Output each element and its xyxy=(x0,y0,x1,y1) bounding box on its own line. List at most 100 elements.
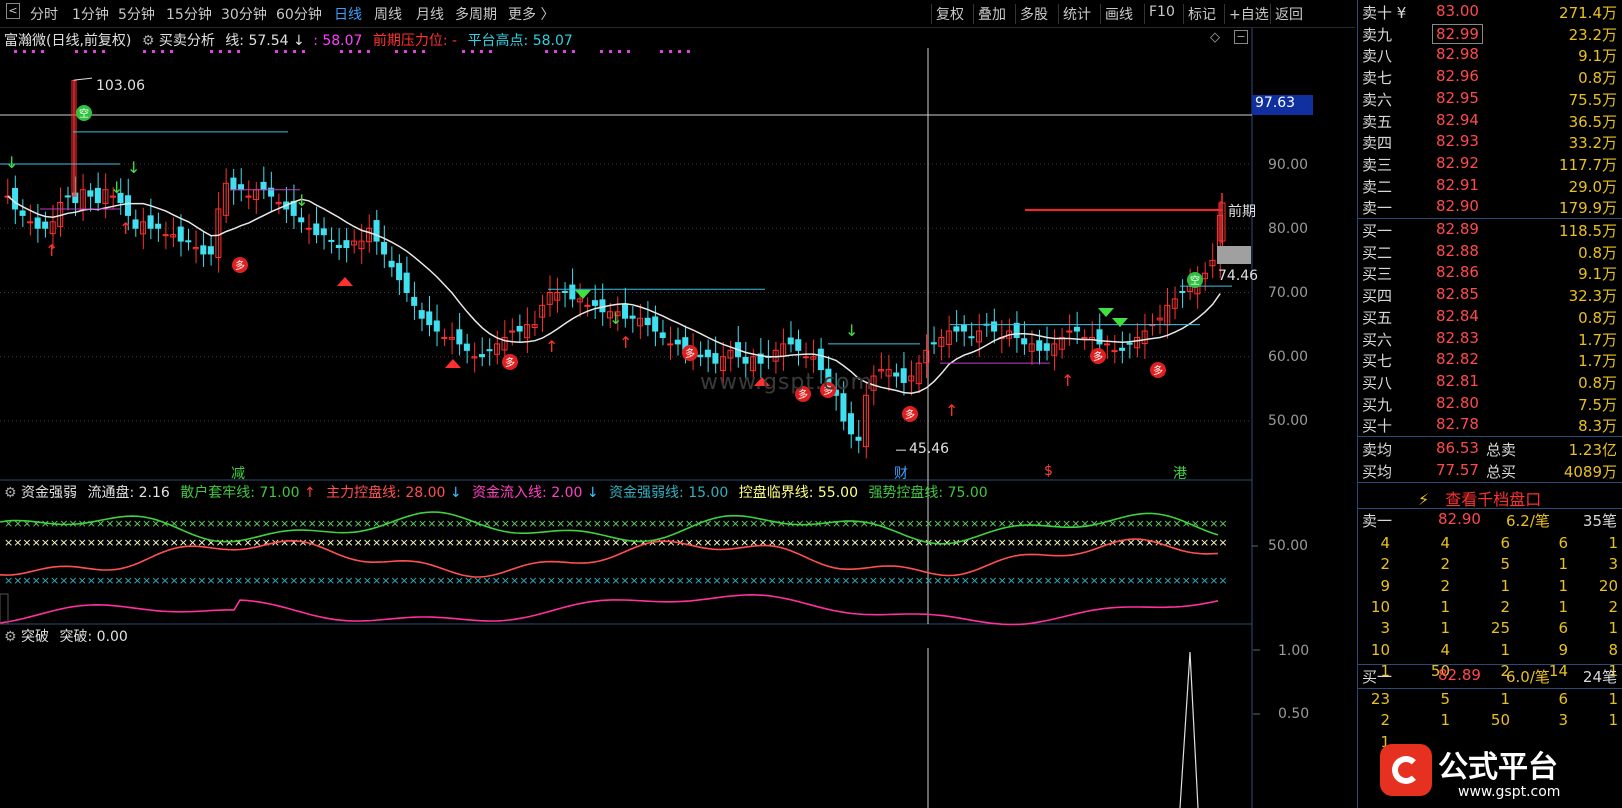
ask-level[interactable]: 卖一 82.90 179.9万 xyxy=(1358,196,1622,218)
control-threshold-line: × xyxy=(1172,536,1181,549)
depth-link[interactable]: ⚡ 查看千档盘口 xyxy=(1418,486,1541,510)
control-threshold-line: × xyxy=(795,536,804,549)
y-tick: 80.00 xyxy=(1268,221,1309,237)
capital-strength-line: × xyxy=(519,574,528,587)
bid-level[interactable]: 买六 82.83 1.7万 xyxy=(1358,328,1622,350)
candle-body xyxy=(200,245,207,255)
control-threshold-line: × xyxy=(1044,536,1053,549)
bid-level[interactable]: 买七 82.82 1.7万 xyxy=(1358,349,1622,371)
ask-level[interactable]: 卖七 82.96 0.8万 xyxy=(1358,66,1622,88)
control-threshold-line: × xyxy=(593,536,602,549)
capital-strength-line: × xyxy=(243,574,252,587)
period-tab-3[interactable]: 15分钟 xyxy=(166,4,212,24)
ask-level[interactable]: 卖十 ¥ 83.00 271.4万 xyxy=(1358,1,1622,23)
sub1-item: 主力控盘线: 28.00 xyxy=(326,485,446,501)
period-tab-10[interactable]: 更多 〉 xyxy=(508,4,554,24)
queue-count: 24笔 xyxy=(1582,668,1617,686)
toolbar-button-6[interactable]: 标记 xyxy=(1188,4,1216,24)
level-volume: 1.7万 xyxy=(1578,330,1617,349)
ask-level[interactable]: 卖五 82.94 36.5万 xyxy=(1358,110,1622,132)
control-threshold-line: × xyxy=(124,536,133,549)
bid-level[interactable]: 买九 82.80 7.5万 xyxy=(1358,393,1622,415)
settings-icon[interactable]: ⚙ xyxy=(4,629,17,645)
sub2-name[interactable]: 突破 xyxy=(21,629,49,645)
event-marker[interactable]: $ xyxy=(1044,463,1053,479)
period-tab-5[interactable]: 60分钟 xyxy=(276,4,322,24)
toolbar-button-1[interactable]: 叠加 xyxy=(978,4,1006,24)
event-marker[interactable]: 减 xyxy=(231,463,245,483)
capital-strength-line: × xyxy=(179,574,188,587)
period-tab-7[interactable]: 周线 xyxy=(374,4,402,24)
signal-dot xyxy=(395,50,398,53)
period-tab-0[interactable]: 分时 xyxy=(30,4,58,24)
period-tab-9[interactable]: 多周期 xyxy=(455,4,497,24)
level-price: 82.92 xyxy=(1436,153,1479,172)
y-tick: 0.50 xyxy=(1278,706,1310,722)
candle-body xyxy=(456,329,463,345)
indicator-name[interactable]: 买卖分析 xyxy=(159,33,215,49)
ask-level[interactable]: 卖四 82.93 33.2万 xyxy=(1358,131,1622,153)
bid-level[interactable]: 买一 82.89 118.5万 xyxy=(1358,219,1622,241)
period-tab-2[interactable]: 5分钟 xyxy=(118,4,155,24)
capital-strength-line: × xyxy=(50,574,59,587)
sub1-item: 资金强弱线: 15.00 xyxy=(609,485,729,501)
level-price: 82.85 xyxy=(1436,285,1479,304)
candle-body xyxy=(855,436,862,441)
bid-level[interactable]: 买五 82.84 0.8万 xyxy=(1358,306,1622,328)
toolbar-button-3[interactable]: 统计 xyxy=(1063,4,1091,24)
ask-level[interactable]: 卖二 82.91 29.0万 xyxy=(1358,175,1622,197)
control-threshold-line: × xyxy=(216,536,225,549)
ask-level[interactable]: 卖九 82.99 23.2万 xyxy=(1358,23,1622,45)
strong-control-line: × xyxy=(924,517,933,530)
capital-strength-line: × xyxy=(528,574,537,587)
bid-level[interactable]: 买四 82.85 32.3万 xyxy=(1358,284,1622,306)
back-arrow-icon[interactable]: < xyxy=(6,3,20,19)
event-marker[interactable]: 港 xyxy=(1173,463,1187,483)
control-threshold-line: × xyxy=(335,536,344,549)
settings-icon[interactable]: ⚙ xyxy=(142,33,155,49)
ask-level[interactable]: 卖六 82.95 75.5万 xyxy=(1358,88,1622,110)
level-volume: 0.8万 xyxy=(1578,373,1617,392)
toolbar-button-4[interactable]: 画线 xyxy=(1105,4,1133,24)
period-tab-6[interactable]: 日线 xyxy=(334,4,362,24)
capital-strength-line: × xyxy=(584,574,593,587)
bid-level[interactable]: 买二 82.88 0.8万 xyxy=(1358,241,1622,263)
candle-body xyxy=(343,240,350,249)
collapse-icon[interactable]: − xyxy=(1234,30,1248,44)
period-tab-1[interactable]: 1分钟 xyxy=(72,4,109,24)
period-tab-4[interactable]: 30分钟 xyxy=(221,4,267,24)
bid-level[interactable]: 买八 82.81 0.8万 xyxy=(1358,371,1622,393)
control-threshold-line: × xyxy=(142,536,151,549)
toolbar-button-5[interactable]: F10 xyxy=(1149,4,1175,20)
diamond-icon[interactable]: ◇ xyxy=(1210,30,1220,45)
toolbar-button-2[interactable]: 多股 xyxy=(1020,4,1048,24)
strong-control-line: × xyxy=(363,517,372,530)
queue-cell: 1 xyxy=(1500,576,1510,595)
candle-body xyxy=(584,304,591,307)
capital-strength-line: × xyxy=(409,574,418,587)
signal-dot xyxy=(404,50,407,53)
capital-strength-line: × xyxy=(13,574,22,587)
sub1-name[interactable]: 资金强弱 xyxy=(21,485,77,501)
bid-level[interactable]: 买三 82.86 9.1万 xyxy=(1358,262,1622,284)
strong-control-line: × xyxy=(409,517,418,530)
ask-level[interactable]: 卖三 82.92 117.7万 xyxy=(1358,153,1622,175)
queue-cell: 9 xyxy=(1380,576,1390,595)
settings-icon[interactable]: ⚙ xyxy=(4,485,17,501)
toolbar-button-7[interactable]: +自选 xyxy=(1229,4,1269,24)
ask-level[interactable]: 卖八 82.98 9.1万 xyxy=(1358,44,1622,66)
queue-cell: 1 xyxy=(1608,690,1618,708)
level-label: 买十 xyxy=(1362,417,1393,436)
event-marker[interactable]: 财 xyxy=(894,463,908,483)
capital-strength-line: × xyxy=(446,574,455,587)
strong-control-line: × xyxy=(906,517,915,530)
signal-dot xyxy=(284,50,287,53)
triangle-up-icon xyxy=(445,359,461,368)
toolbar-button-0[interactable]: 复权 xyxy=(936,4,964,24)
chart-canvas[interactable]: ↑↑↑ ↑↑↑↓↓↓↓↓↓多多多多 多多多多空空× × × × × × × × × × × × × × × × × ×… xyxy=(0,28,1355,808)
strong-control-line: × xyxy=(124,517,133,530)
period-tab-8[interactable]: 月线 xyxy=(416,4,444,24)
control-threshold-line: × xyxy=(1025,536,1034,549)
bid-level[interactable]: 买十 82.78 8.3万 xyxy=(1358,414,1622,436)
toolbar-button-8[interactable]: 返回 xyxy=(1275,4,1303,24)
